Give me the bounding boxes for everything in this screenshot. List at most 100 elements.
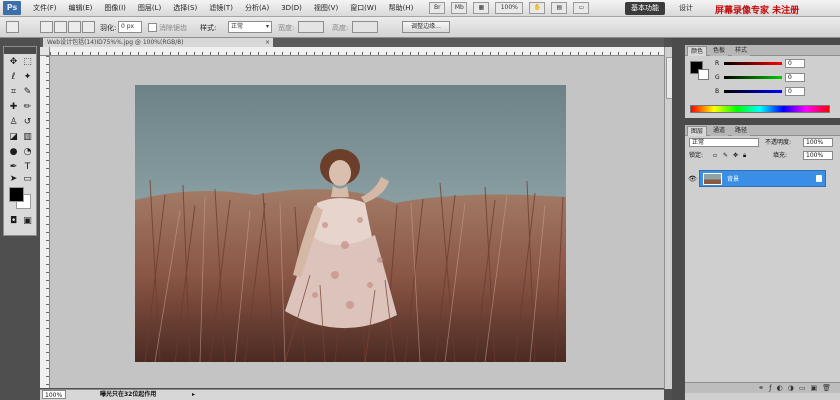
menu-edit[interactable]: 编辑(E) xyxy=(69,3,93,13)
quick-mask-icon[interactable]: ◘ xyxy=(7,215,20,228)
new-group-icon[interactable]: ▭ xyxy=(799,384,811,392)
tab-swatches[interactable]: 色板 xyxy=(710,46,729,56)
close-icon[interactable]: × xyxy=(265,38,270,47)
menu-filter[interactable]: 滤镜(T) xyxy=(209,3,233,13)
status-bar: 100% 曝光只在32位起作用 ▸ xyxy=(40,389,664,400)
marquee-tool-icon[interactable]: ⬚ xyxy=(21,56,34,69)
green-input[interactable]: 0 xyxy=(785,73,805,82)
new-selection-icon[interactable] xyxy=(40,21,53,33)
path-selection-tool-icon[interactable]: ➤ xyxy=(7,173,20,186)
zoom-level-select[interactable]: 100% xyxy=(495,2,524,14)
new-layer-icon[interactable]: ▣ xyxy=(810,384,822,392)
tab-styles[interactable]: 样式 xyxy=(732,46,751,56)
menu-image[interactable]: 图像(I) xyxy=(104,3,126,13)
launch-bridge-button[interactable]: Br xyxy=(429,2,446,14)
document-photo[interactable] xyxy=(135,85,566,362)
height-input[interactable] xyxy=(352,21,378,33)
crop-tool-icon[interactable]: ⌗ xyxy=(7,86,20,99)
green-track[interactable] xyxy=(724,76,782,79)
menu-3d[interactable]: 3D(D) xyxy=(281,4,302,12)
link-layers-icon[interactable]: ⚭ xyxy=(758,384,769,392)
subtract-selection-icon[interactable] xyxy=(68,21,81,33)
feather-input[interactable]: 0 px xyxy=(118,21,142,33)
red-input[interactable]: 0 xyxy=(785,59,805,68)
screen-mode-icon[interactable]: ▣ xyxy=(21,215,34,228)
hand-tool-button[interactable]: ✋ xyxy=(529,2,546,14)
lasso-tool-icon[interactable]: ℓ xyxy=(7,71,20,84)
layer-row-background[interactable]: 背景 xyxy=(699,170,826,187)
tab-channels[interactable]: 通道 xyxy=(710,126,729,136)
lock-all-icon[interactable]: 🔒︎ xyxy=(743,151,746,161)
document-tab[interactable]: Web设计包括(14)ID75%%.jpg @ 100%(RGB/8) × xyxy=(43,38,273,47)
opacity-input[interactable]: 100% xyxy=(803,138,833,147)
menu-file[interactable]: 文件(F) xyxy=(33,3,57,13)
menu-window[interactable]: 窗口(W) xyxy=(350,3,376,13)
layer-style-icon[interactable]: ƒ xyxy=(769,384,776,392)
history-brush-tool-icon[interactable]: ↺ xyxy=(21,116,34,129)
brush-tool-icon[interactable]: ✏ xyxy=(21,101,34,114)
gradient-tool-icon[interactable]: ▥ xyxy=(21,131,34,144)
photoshop-window: Ps 文件(F) 编辑(E) 图像(I) 图层(L) 选择(S) 滤镜(T) 分… xyxy=(0,0,840,400)
style-select[interactable]: 正常 ▾ xyxy=(228,21,272,33)
menu-view[interactable]: 视图(V) xyxy=(314,3,338,13)
red-slider[interactable]: R 0 xyxy=(715,59,835,68)
menu-layer[interactable]: 图层(L) xyxy=(138,3,161,13)
blue-track[interactable] xyxy=(724,90,782,93)
width-input[interactable] xyxy=(298,21,324,33)
blue-input[interactable]: 0 xyxy=(785,87,805,96)
blend-mode-select[interactable]: 正常 xyxy=(689,138,759,147)
view-extras-button[interactable]: ▦ xyxy=(473,2,490,14)
tab-layers[interactable]: 图层 xyxy=(687,126,708,136)
menu-select[interactable]: 选择(S) xyxy=(173,3,197,13)
intersect-selection-icon[interactable] xyxy=(82,21,95,33)
lock-image-icon[interactable]: ✎ xyxy=(723,151,728,161)
antialias-checkbox[interactable] xyxy=(148,23,157,32)
blur-tool-icon[interactable]: ● xyxy=(7,146,20,159)
status-info-text[interactable]: 曝光只在32位起作用 xyxy=(100,390,156,400)
clone-stamp-tool-icon[interactable]: ♙ xyxy=(7,116,20,129)
eyedropper-tool-icon[interactable]: ✎ xyxy=(21,86,34,99)
lock-transparent-icon[interactable]: ▫ xyxy=(713,151,717,161)
workspace-design[interactable]: 设计 xyxy=(673,2,699,15)
status-menu-arrow-icon[interactable]: ▸ xyxy=(192,390,195,400)
tools-panel-header[interactable] xyxy=(4,47,36,54)
blue-slider[interactable]: B 0 xyxy=(715,87,835,96)
magic-wand-tool-icon[interactable]: ✦ xyxy=(21,71,34,84)
canvas-area[interactable] xyxy=(50,56,664,388)
panel-background-swatch[interactable] xyxy=(698,69,709,80)
layer-mask-icon[interactable]: ◐ xyxy=(777,384,788,392)
menu-help[interactable]: 帮助(H) xyxy=(389,3,414,13)
blue-label: B xyxy=(715,88,720,95)
adjustment-layer-icon[interactable]: ◑ xyxy=(788,384,799,392)
tab-color[interactable]: 颜色 xyxy=(687,46,708,56)
dodge-tool-icon[interactable]: ◔ xyxy=(21,146,34,159)
ruler-origin[interactable] xyxy=(40,47,50,56)
workspace-essentials[interactable]: 基本功能 xyxy=(625,2,665,15)
marquee-preset-icon[interactable] xyxy=(6,21,19,33)
menu-analysis[interactable]: 分析(A) xyxy=(245,3,269,13)
foreground-color-swatch[interactable] xyxy=(9,187,24,202)
add-selection-icon[interactable] xyxy=(54,21,67,33)
status-zoom-field[interactable]: 100% xyxy=(42,390,66,399)
visibility-eye-icon[interactable]: 👁︎ xyxy=(688,175,697,183)
fill-input[interactable]: 100% xyxy=(803,151,833,160)
horizontal-ruler[interactable] xyxy=(50,47,664,56)
panel-dock-header[interactable] xyxy=(685,38,840,45)
screen-mode-button[interactable]: ▭ xyxy=(573,2,590,14)
move-tool-icon[interactable]: ✥ xyxy=(7,56,20,69)
green-slider[interactable]: G 0 xyxy=(715,73,835,82)
launch-mini-bridge-button[interactable]: Mb xyxy=(451,2,468,14)
shape-tool-icon[interactable]: ▭ xyxy=(21,173,34,186)
eraser-tool-icon[interactable]: ◪ xyxy=(7,131,20,144)
arrange-documents-button[interactable]: ▤ xyxy=(551,2,568,14)
red-track[interactable] xyxy=(724,62,782,65)
lock-position-icon[interactable]: ✥ xyxy=(733,151,738,161)
vertical-ruler[interactable] xyxy=(40,56,50,388)
delete-layer-icon[interactable]: 🗑︎ xyxy=(822,384,836,392)
tab-paths[interactable]: 路径 xyxy=(732,126,751,136)
refine-edge-button[interactable]: 调整边缘... xyxy=(402,21,450,33)
healing-brush-tool-icon[interactable]: ✚ xyxy=(7,101,20,114)
color-spectrum-bar[interactable] xyxy=(690,105,830,113)
vertical-scrollbar[interactable] xyxy=(664,47,673,389)
layers-dock-header[interactable] xyxy=(685,118,840,125)
